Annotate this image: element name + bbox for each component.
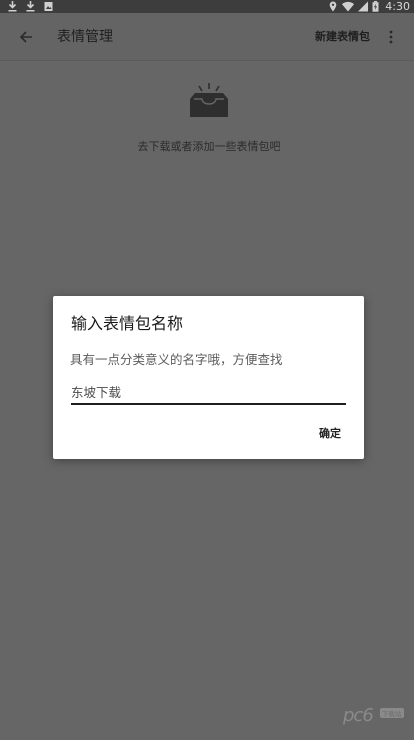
confirm-button[interactable]: 确定 (319, 426, 341, 442)
watermark-sub: 下载站 (380, 708, 404, 718)
download-icon (26, 1, 35, 12)
image-notification-icon (44, 1, 53, 12)
pack-name-input[interactable] (71, 381, 346, 405)
watermark-logo: pc6 下载站 (343, 705, 405, 731)
status-time: 4:30 (385, 0, 410, 13)
new-pack-button[interactable]: 新建表情包 (315, 25, 370, 49)
signal-icon (358, 1, 369, 12)
status-left-icons (8, 0, 53, 13)
app-bar: 表情管理 新建表情包 (0, 13, 414, 61)
dialog-message: 具有一点分类意义的名字哦，方便查找 (70, 352, 283, 367)
status-bar: 4:30 (0, 0, 414, 13)
dialog-title: 输入表情包名称 (71, 314, 184, 333)
download-icon (8, 1, 17, 12)
battery-icon (372, 1, 379, 12)
page-title: 表情管理 (57, 29, 113, 45)
empty-state-message: 去下载或者添加一些表情包吧 (137, 140, 281, 153)
arrow-back-icon (19, 29, 33, 48)
watermark-text: pc6 (343, 705, 374, 726)
name-pack-dialog: 输入表情包名称 具有一点分类意义的名字哦，方便查找 确定 (53, 296, 364, 459)
inbox-icon (187, 83, 231, 121)
location-icon (329, 1, 338, 12)
more-vert-icon (389, 29, 393, 48)
back-button[interactable] (14, 26, 38, 50)
wifi-icon (342, 1, 355, 12)
more-options-button[interactable] (383, 26, 399, 50)
status-right-icons: 4:30 (329, 0, 410, 13)
